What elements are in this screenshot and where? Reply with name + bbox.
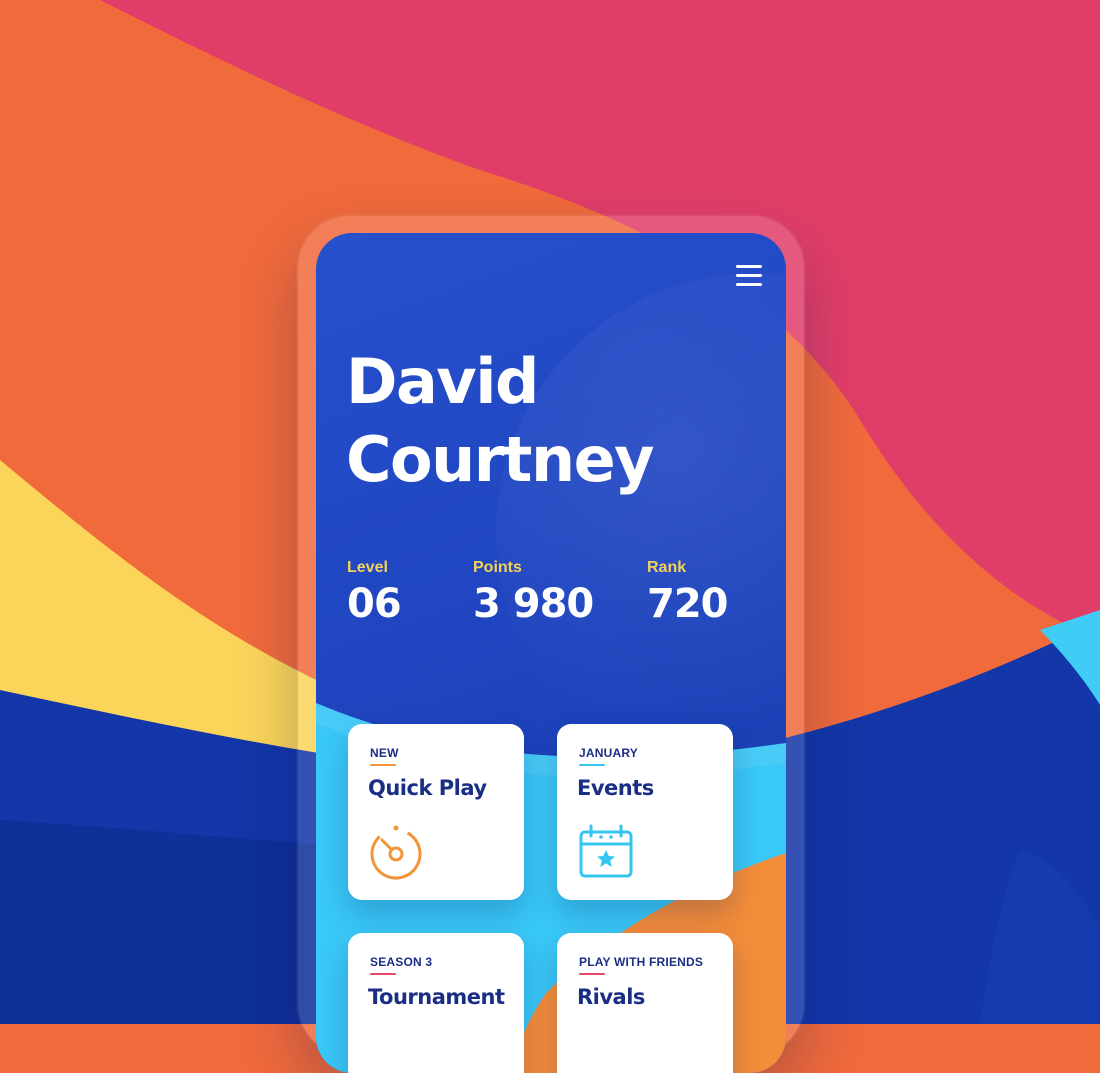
dial-icon: [370, 825, 422, 880]
stat-label: Rank: [647, 559, 687, 576]
card-accent-bar: [579, 764, 605, 766]
card-title: Rivals: [577, 985, 645, 1009]
card-title: Events: [577, 776, 654, 800]
card-title: Quick Play: [368, 776, 487, 800]
card-title: Tournament: [368, 985, 505, 1009]
calendar-star-icon: [579, 824, 633, 878]
stat-value: 3 980: [473, 581, 594, 627]
profile-name: David Courtney: [346, 343, 655, 499]
first-name: David: [346, 345, 539, 418]
stat-level: Level 06: [347, 559, 402, 627]
card-kicker: SEASON 3: [370, 955, 433, 969]
stat-rank: Rank 720: [647, 559, 728, 627]
card-accent-bar: [579, 973, 605, 975]
card-tournament[interactable]: SEASON 3 Tournament: [348, 933, 524, 1073]
stat-label: Points: [473, 559, 522, 576]
stat-value: 06: [347, 581, 402, 627]
card-kicker: JANUARY: [579, 746, 638, 760]
menu-icon[interactable]: [736, 265, 762, 287]
stat-label: Level: [347, 559, 388, 576]
last-name: Courtney: [346, 423, 655, 496]
card-kicker: NEW: [370, 746, 399, 760]
card-rivals[interactable]: PLAY WITH FRIENDS Rivals: [557, 933, 733, 1073]
stat-value: 720: [647, 581, 728, 627]
card-accent-bar: [370, 764, 396, 766]
screen-content: David Courtney Level 06 Points 3 980 Ran…: [316, 233, 786, 1073]
card-accent-bar: [370, 973, 396, 975]
stat-points: Points 3 980: [473, 559, 594, 627]
phone-screen: David Courtney Level 06 Points 3 980 Ran…: [316, 233, 786, 1073]
card-events[interactable]: JANUARY Events: [557, 724, 733, 900]
card-quick-play[interactable]: NEW Quick Play: [348, 724, 524, 900]
card-kicker: PLAY WITH FRIENDS: [579, 955, 704, 969]
